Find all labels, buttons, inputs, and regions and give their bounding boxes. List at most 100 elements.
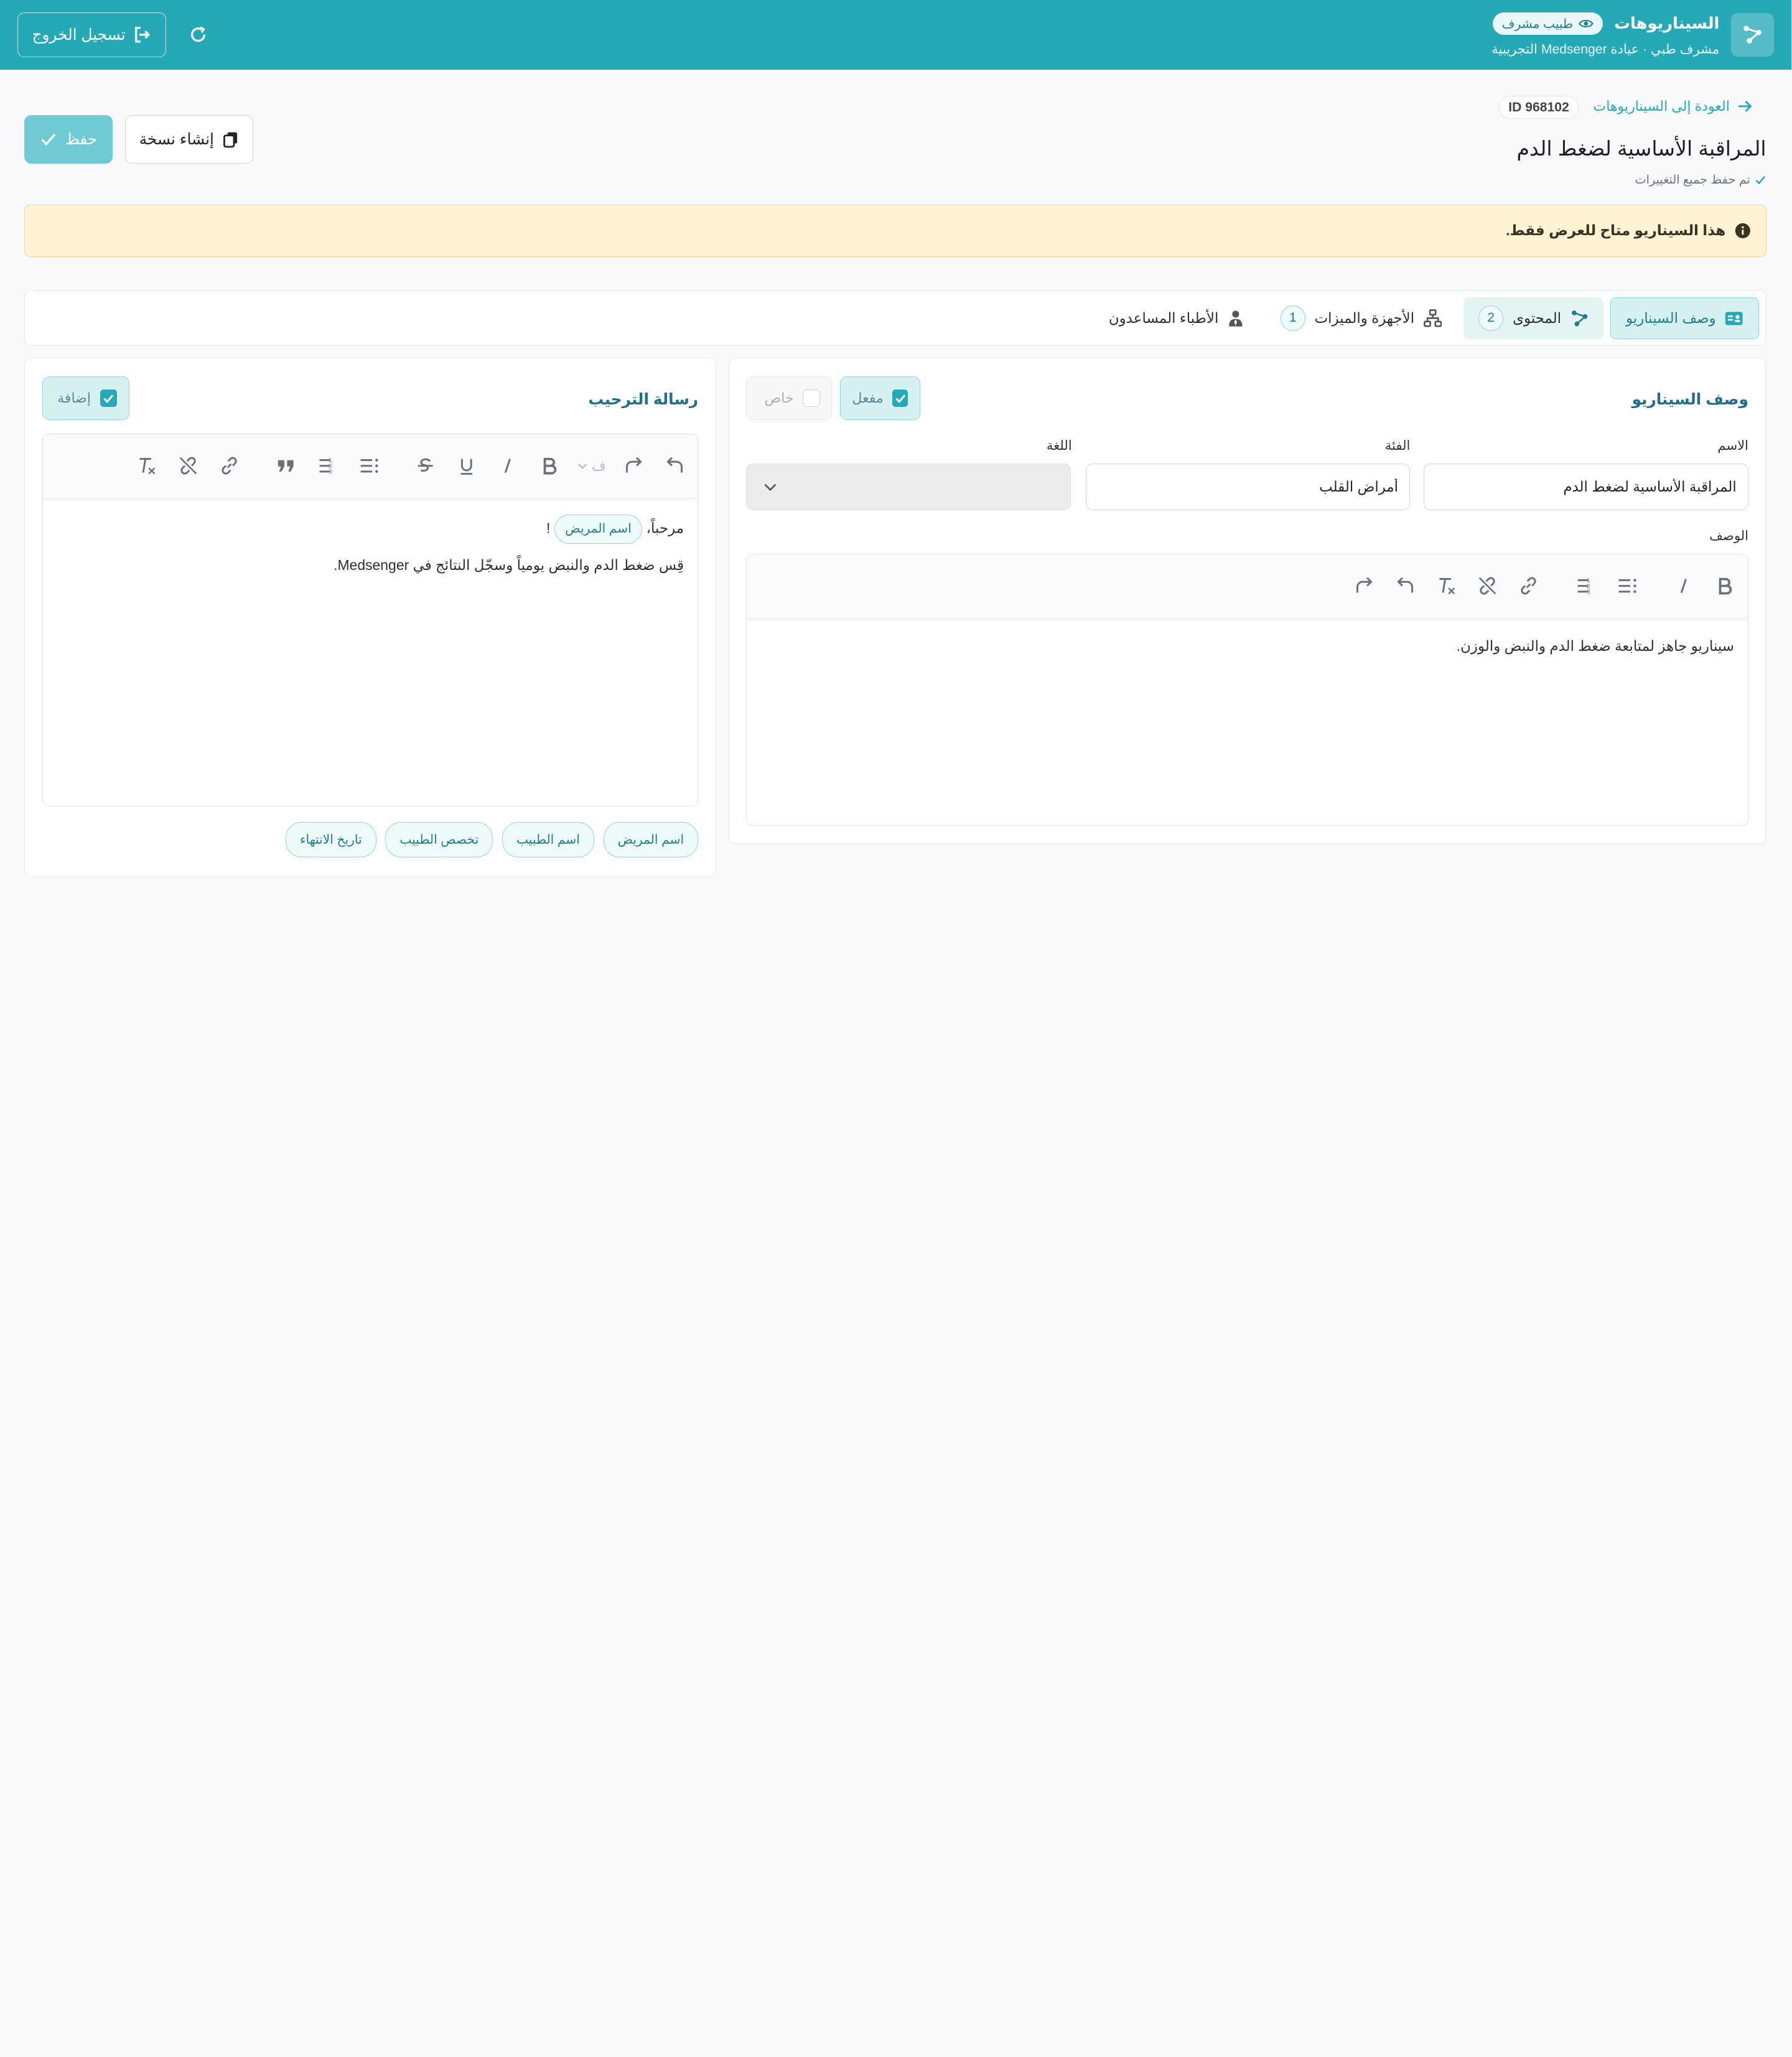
back-link[interactable]: العودة إلى السيناريوهات <box>1594 98 1753 114</box>
redo-button[interactable] <box>616 448 653 485</box>
undo-button[interactable] <box>1388 567 1424 604</box>
variable-chip-patient-name[interactable]: اسم المريض <box>604 822 699 858</box>
refresh-button[interactable] <box>183 19 215 50</box>
greeting-end: ! <box>547 520 551 536</box>
patient-name-variable: اسم المريض <box>554 514 643 544</box>
quote-button[interactable] <box>269 448 306 485</box>
undo-button[interactable] <box>657 448 694 485</box>
description-label: الوصف <box>1710 528 1750 543</box>
welcome-editor: ف 123 مرحباً، اسم المريض ! قِس ضغط الدم … <box>43 434 699 806</box>
tab-content-label: المحتوى <box>1513 309 1562 326</box>
arrow-right-icon <box>1739 100 1753 112</box>
welcome-body-line: قِس ضغط الدم والنبض يومياً وسجّل النتائج… <box>334 557 685 574</box>
undo-icon <box>667 457 683 473</box>
description-toolbar: 123 <box>747 554 1749 618</box>
bullet-list-icon <box>361 459 379 473</box>
add-welcome-toggle[interactable]: إضافة <box>43 376 130 421</box>
bold-icon <box>544 458 557 475</box>
eye-icon <box>1579 20 1594 28</box>
checkbox-empty-icon <box>803 389 821 407</box>
name-label: الاسم <box>1718 438 1750 453</box>
checkbox-checked-icon <box>100 389 118 407</box>
description-panel: وصف السيناريو مفعل خاص الاسم الفئة اللغة… <box>729 357 1767 845</box>
italic-button[interactable] <box>490 448 527 485</box>
category-input[interactable] <box>1086 463 1411 511</box>
private-label: خاص <box>765 390 795 406</box>
private-toggle[interactable]: خاص <box>747 376 833 421</box>
link-icon <box>222 457 238 475</box>
svg-text:3: 3 <box>1587 589 1591 595</box>
tab-assistants[interactable]: الأطباء المساعدون <box>1094 297 1259 340</box>
bullet-list-button[interactable] <box>351 448 388 485</box>
checkbox-checked-icon <box>893 389 909 407</box>
tab-content-count: 2 <box>1478 306 1505 331</box>
tab-content[interactable]: المحتوى 2 <box>1464 297 1605 340</box>
tab-devices[interactable]: الأجهزة والميزات 1 <box>1266 297 1457 340</box>
language-select[interactable] <box>747 463 1072 511</box>
variable-chip-doctor-specialty[interactable]: تخصص الطبيب <box>386 822 494 858</box>
variable-chips: اسم المريض اسم الطبيب تخصص الطبيب تاريخ … <box>286 822 699 858</box>
quote-icon <box>279 460 294 472</box>
description-editor-content[interactable]: سيناريو جاهز لمتابعة ضغط الدم والنبض وال… <box>747 618 1748 684</box>
enabled-toggle[interactable]: مفعل <box>841 376 921 421</box>
id-badge: ID 968102 <box>1499 96 1580 119</box>
info-icon <box>1735 223 1751 239</box>
italic-button[interactable] <box>1666 567 1703 604</box>
strikethrough-icon <box>419 459 434 472</box>
tab-description[interactable]: وصف السيناريو <box>1611 297 1760 340</box>
copy-button[interactable]: إنشاء نسخة <box>126 115 254 164</box>
page-title: المراقبة الأساسية لضغط الدم <box>1517 137 1767 161</box>
ordered-list-button[interactable]: 123 <box>310 448 347 485</box>
read-only-alert: هذا السيناريو متاح للعرض فقط. <box>25 204 1767 258</box>
bold-button[interactable] <box>1707 567 1744 604</box>
heading-dropdown[interactable]: ف <box>572 448 611 485</box>
underline-button[interactable] <box>449 448 486 485</box>
unlink-icon <box>1479 577 1497 595</box>
redo-icon <box>626 457 643 473</box>
language-label: اللغة <box>1047 438 1073 453</box>
clear-format-icon <box>140 458 156 475</box>
variable-chip-end-date[interactable]: تاريخ الانتهاء <box>286 822 377 858</box>
saved-status-label: تم حفظ جميع التغييرات <box>1635 174 1751 187</box>
copy-label: إنشاء نسخة <box>139 131 215 149</box>
page-head: العودة إلى السيناريوهات ID 968102 المراق… <box>0 70 1792 205</box>
clinic-subtitle: مشرف طبي · عيادة Medsenger التجريبية <box>1492 42 1720 57</box>
welcome-panel: رسالة الترحيب إضافة ف 1 2 3 مرحباً، اسم … <box>25 357 717 877</box>
role-badge: طبيب مشرف <box>1493 12 1603 35</box>
italic-icon <box>1681 579 1688 594</box>
top-bar: السيناريوهات طبيب مشرف مشرف طبي · عيادة … <box>0 0 1792 70</box>
welcome-greeting-line: مرحباً، اسم المريض ! <box>57 514 685 544</box>
unlink-button[interactable] <box>170 448 207 485</box>
saved-status: تم حفظ جميع التغييرات <box>1636 172 1767 187</box>
strikethrough-button[interactable] <box>408 448 445 485</box>
check-icon <box>42 134 57 146</box>
welcome-toolbar: ف 123 <box>44 434 699 498</box>
chevron-down-icon <box>765 483 777 491</box>
description-panel-title: وصف السيناريو <box>1632 391 1750 409</box>
link-icon <box>1521 577 1537 595</box>
redo-button[interactable] <box>1346 567 1383 604</box>
greeting-text: مرحباً، <box>646 520 685 536</box>
tab-assistants-label: الأطباء المساعدون <box>1109 309 1220 326</box>
bold-button[interactable] <box>531 448 568 485</box>
welcome-editor-content[interactable]: مرحباً، اسم المريض ! قِس ضغط الدم والنبض… <box>44 498 698 603</box>
underline-icon <box>462 459 474 475</box>
check-icon <box>1756 176 1766 185</box>
clear-format-button[interactable] <box>129 448 166 485</box>
chevron-down-icon <box>579 464 588 469</box>
variable-chip-doctor-name[interactable]: اسم الطبيب <box>502 822 595 858</box>
save-button[interactable]: حفظ <box>25 115 113 164</box>
bold-icon <box>1720 577 1733 595</box>
link-button[interactable] <box>212 448 248 485</box>
unlink-icon <box>180 457 197 475</box>
bullet-list-button[interactable] <box>1609 567 1646 604</box>
clear-format-button[interactable] <box>1429 567 1465 604</box>
name-input[interactable] <box>1424 463 1750 511</box>
unlink-button[interactable] <box>1470 567 1506 604</box>
tab-devices-count: 1 <box>1281 306 1306 331</box>
link-button[interactable] <box>1511 567 1547 604</box>
ordered-list-button[interactable]: 123 <box>1568 567 1605 604</box>
clear-format-icon <box>1440 578 1455 595</box>
description-editor: 123 سيناريو جاهز لمتابعة ضغط الدم والنبض… <box>747 553 1750 826</box>
logout-button[interactable]: تسجيل الخروج <box>18 12 167 57</box>
